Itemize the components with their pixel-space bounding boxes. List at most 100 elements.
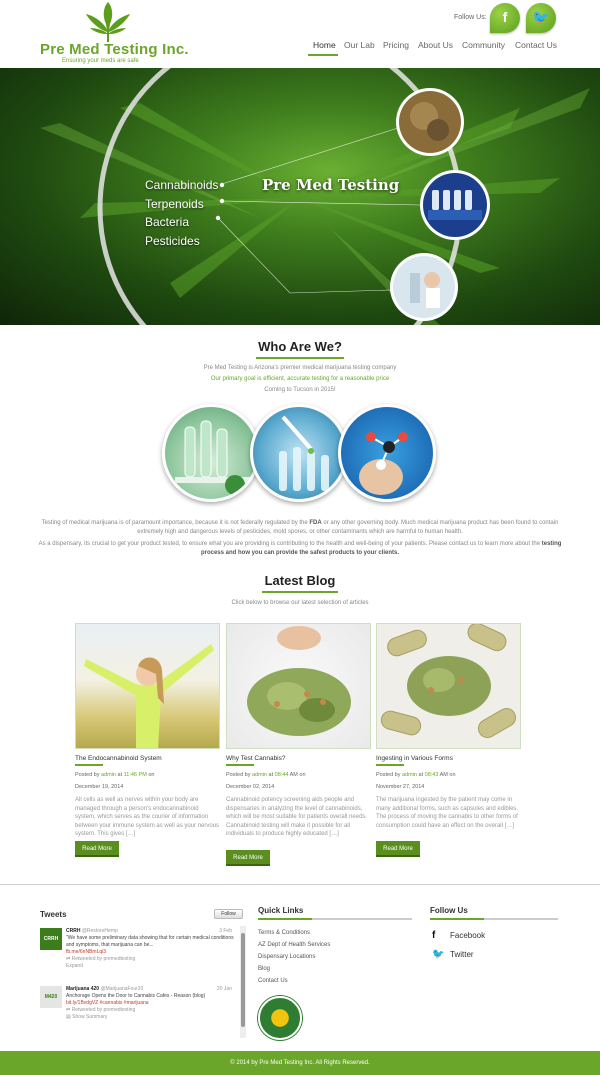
blog-title: Latest Blog xyxy=(264,573,336,588)
nav-pricing[interactable]: Pricing xyxy=(383,40,409,50)
read-more-button[interactable]: Read More xyxy=(75,841,119,857)
blog-title-underline xyxy=(262,591,338,593)
tweet-link[interactable]: bit.ly/1BvdgVZ #cannabis #marijuana xyxy=(66,1000,149,1006)
tweet-author[interactable]: Marijuana 420 xyxy=(66,986,99,992)
hero-bubble-lab xyxy=(390,253,458,321)
blog-card: Ingesting in Various Forms Posted by adm… xyxy=(376,623,521,830)
tweet-expand-link[interactable]: Expand xyxy=(66,963,83,969)
blog-excerpt: All cells as well as nerves within your … xyxy=(75,797,220,837)
tweet-link[interactable]: fb.me/6nNBmLqi3 xyxy=(66,949,106,955)
tweet-handle: @MarijuanaFour20 xyxy=(100,986,144,992)
avatar[interactable]: M420 xyxy=(40,986,62,1008)
quick-links-underline xyxy=(258,918,312,920)
nav-community[interactable]: Community xyxy=(462,40,505,50)
hero-bubble-vials xyxy=(420,170,490,240)
nav-active-indicator xyxy=(308,54,338,56)
tweets-feed[interactable]: CRRH 3 Feb CRRH @RestoreHemp "We have so… xyxy=(38,926,244,1038)
avatar[interactable]: CRRH xyxy=(40,928,62,950)
tweets-scroll-thumb[interactable] xyxy=(241,933,245,1027)
hero-list-item: Bacteria xyxy=(145,215,190,229)
twitter-icon[interactable]: 🐦 xyxy=(526,3,556,33)
quick-links-rule xyxy=(312,918,412,920)
follow-us-title: Follow Us xyxy=(430,906,468,915)
hero-test-list: Cannabinoids Terpenoids Bacteria Pestici… xyxy=(145,176,218,250)
who-line-1: Pre Med Testing is Arizona's premier med… xyxy=(203,365,397,371)
blog-date: December 02, 2014 xyxy=(226,784,275,790)
blog-subtitle: Click below to browse our latest selecti… xyxy=(231,600,369,606)
hero-list-item: Cannabinoids xyxy=(145,178,219,192)
blog-post-title[interactable]: The Endocannabinoid System xyxy=(75,755,220,762)
footer-divider xyxy=(0,884,600,885)
brand-tagline: Ensuring your meds are safe xyxy=(62,58,139,64)
blog-post-title[interactable]: Ingesting in Various Forms xyxy=(376,755,521,762)
hero-title: Pre Med Testing xyxy=(262,176,400,194)
footer-twitter-link[interactable]: 🐦 Twitter xyxy=(432,949,474,960)
author-link[interactable]: admin xyxy=(252,772,267,778)
cannabis-leaf-logo-icon[interactable] xyxy=(86,2,130,42)
author-link[interactable]: admin xyxy=(402,772,417,778)
blog-post-title[interactable]: Why Test Cannabis? xyxy=(226,755,371,762)
facebook-icon: f xyxy=(432,930,436,941)
quick-link-dispensaries[interactable]: Dispensary Locations xyxy=(258,954,315,960)
retweet-info: ⇄ Retweeted by premedtesting xyxy=(66,956,136,962)
footer-facebook-link[interactable]: f Facebook xyxy=(432,930,485,941)
blog-excerpt: The marijuana ingested by the patient ma… xyxy=(376,797,519,829)
lab-image-molecule xyxy=(338,404,436,502)
who-title: Who Are We? xyxy=(258,339,342,354)
quick-link-contact[interactable]: Contact Us xyxy=(258,978,288,984)
blog-title-underline xyxy=(75,764,103,766)
read-more-button[interactable]: Read More xyxy=(226,850,270,866)
quick-link-blog[interactable]: Blog xyxy=(258,966,270,972)
fda-text: FDA xyxy=(309,520,322,526)
facebook-icon[interactable]: f xyxy=(490,3,520,33)
who-paragraph-2: As a dispensary, its crucial to get your… xyxy=(38,541,562,556)
tweet-summary-link[interactable]: ▤ Show Summary xyxy=(66,1014,107,1020)
follow-us-label: Follow Us: xyxy=(454,14,487,21)
blog-meta: Posted by admin at 08:43 AM on November … xyxy=(376,772,456,790)
tweet-text: Anchorage Opens the Door to Cannabis Caf… xyxy=(66,993,206,999)
retweet-info: ⇄ Retweeted by premedtesting xyxy=(66,1007,136,1013)
author-link[interactable]: admin xyxy=(101,772,116,778)
twitter-icon: 🐦 xyxy=(432,949,445,960)
tweet-handle: @RestoreHemp xyxy=(81,928,118,934)
who-title-underline xyxy=(256,357,344,359)
tweet-content: Marijuana 420 @MarijuanaFour20 Anchorage… xyxy=(66,986,241,1021)
who-intro: Pre Med Testing is Arizona's premier med… xyxy=(0,363,600,396)
nav-contact-us[interactable]: Contact Us xyxy=(515,40,557,50)
tweet-text: "We have some preliminary data showing t… xyxy=(66,935,234,948)
brand-name[interactable]: Pre Med Testing Inc. xyxy=(40,41,189,58)
nav-our-lab[interactable]: Our Lab xyxy=(344,40,375,50)
who-line-2: Our primary goal is efficient, accurate … xyxy=(210,376,390,382)
tweet-content: CRRH @RestoreHemp "We have some prelimin… xyxy=(66,928,241,970)
blog-card: Why Test Cannabis? Posted by admin at 08… xyxy=(226,623,371,839)
tweet-author[interactable]: CRRH xyxy=(66,928,80,934)
lab-image-pipette xyxy=(250,404,348,502)
blog-meta: Posted by admin at 08:44 AM on December … xyxy=(226,772,306,790)
quick-link-terms[interactable]: Terms & Conditions xyxy=(258,930,310,936)
copyright-bar: © 2014 by Pre Med Testing Inc. All Right… xyxy=(0,1051,600,1075)
hero-list-item: Pesticides xyxy=(145,233,200,248)
blog-card: The Endocannabinoid System Posted by adm… xyxy=(75,623,220,839)
site-header: Pre Med Testing Inc. Ensuring your meds … xyxy=(0,0,600,68)
twitter-follow-button[interactable]: Follow xyxy=(214,909,243,919)
blog-meta: Posted by admin at 11:46 PM on December … xyxy=(75,772,155,790)
follow-us-rule xyxy=(484,918,558,920)
blog-image-woman[interactable] xyxy=(75,623,220,749)
blog-date: November 27, 2014 xyxy=(376,784,425,790)
blog-image-bud[interactable] xyxy=(226,623,371,749)
blog-image-capsules[interactable] xyxy=(376,623,521,749)
nav-about-us[interactable]: About Us xyxy=(418,40,453,50)
nav-home[interactable]: Home xyxy=(313,40,336,50)
read-more-button[interactable]: Read More xyxy=(376,841,420,857)
hero-bubble-buds xyxy=(396,88,464,156)
quick-link-az-health[interactable]: AZ Dept of Health Services xyxy=(258,942,330,948)
who-line-3: Coming to Tucson in 2015! xyxy=(264,387,336,393)
hero-graphic xyxy=(40,68,590,325)
lab-image-beakers xyxy=(162,404,260,502)
blog-excerpt: Cannabinoid potency screening aids peopl… xyxy=(226,797,368,837)
hero-list-item: Terpenoids xyxy=(145,196,204,211)
blog-title-underline xyxy=(376,764,404,766)
quick-links-title: Quick Links xyxy=(258,906,304,915)
az-health-seal-icon xyxy=(258,996,302,1040)
main-nav: Home Our Lab Pricing About Us Community … xyxy=(308,40,566,58)
